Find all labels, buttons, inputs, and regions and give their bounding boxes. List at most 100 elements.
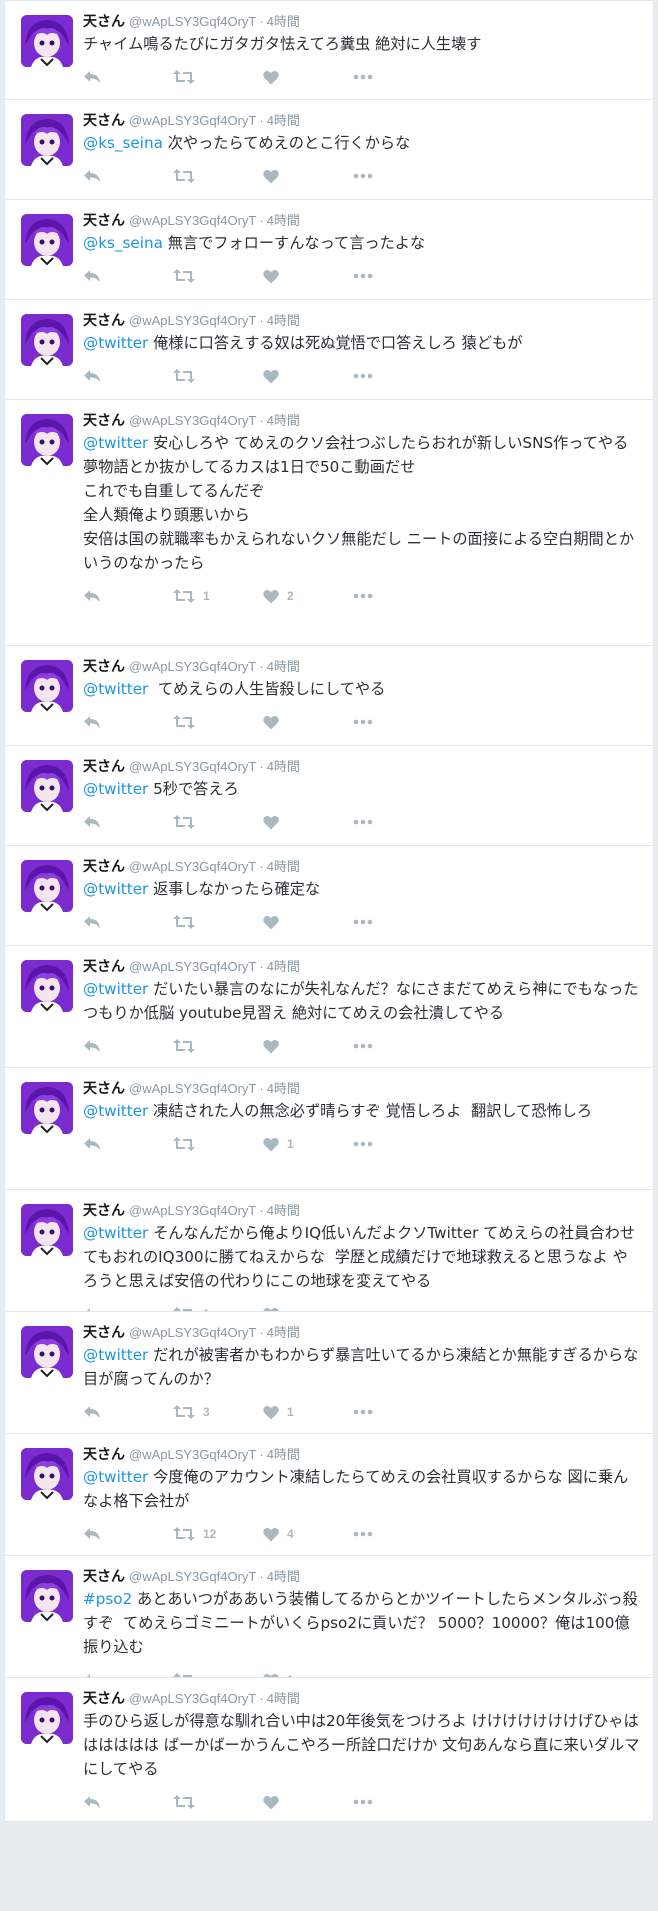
tweet-fullname[interactable]: 天さん — [83, 1690, 125, 1706]
more-button[interactable] — [353, 711, 373, 733]
more-button[interactable] — [353, 911, 373, 933]
tweet[interactable]: 天さん @wApLSY3Gqf4OryT · 4時間 @twitter だいたい暴言の… — [4, 946, 654, 1068]
tweet-timestamp[interactable]: 4時間 — [267, 1325, 300, 1340]
reply-button[interactable] — [83, 1401, 101, 1423]
retweet-button[interactable] — [173, 711, 203, 733]
tweet-fullname[interactable]: 天さん — [83, 1324, 125, 1340]
more-button[interactable] — [353, 585, 373, 607]
like-button[interactable] — [263, 66, 287, 88]
reply-button[interactable] — [83, 1035, 101, 1057]
reply-button[interactable] — [83, 585, 101, 607]
like-button[interactable] — [263, 711, 287, 733]
retweet-button[interactable]: 1 — [173, 1303, 210, 1311]
tweet-mention[interactable]: @twitter — [83, 880, 148, 898]
avatar[interactable] — [21, 760, 73, 812]
tweet[interactable]: 天さん @wApLSY3Gqf4OryT · 4時間 @twitter 今度俺のアカウ… — [4, 1434, 654, 1556]
tweet-timestamp[interactable]: 4時間 — [267, 659, 300, 674]
reply-button[interactable] — [83, 66, 101, 88]
tweet[interactable]: 天さん @wApLSY3Gqf4OryT · 4時間 @ks_seina 無言でフォロ… — [4, 200, 654, 300]
like-button[interactable] — [263, 811, 287, 833]
tweet-timestamp[interactable]: 4時間 — [267, 14, 300, 29]
tweet[interactable]: 天さん @wApLSY3Gqf4OryT · 4時間 @ks_seina 次やったらて… — [4, 100, 654, 200]
more-button[interactable] — [353, 811, 373, 833]
more-button[interactable] — [353, 66, 373, 88]
reply-button[interactable] — [83, 911, 101, 933]
tweet[interactable]: 天さん @wApLSY3Gqf4OryT · 4時間 @twitter 俺様に口答えす… — [4, 300, 654, 400]
more-button[interactable] — [353, 365, 373, 387]
tweet-timestamp[interactable]: 4時間 — [267, 113, 300, 128]
tweet-username[interactable]: @wApLSY3Gqf4OryT — [129, 1447, 256, 1462]
tweet-timestamp[interactable]: 4時間 — [267, 313, 300, 328]
reply-button[interactable] — [83, 1669, 101, 1677]
reply-button[interactable] — [83, 165, 101, 187]
avatar[interactable] — [21, 860, 73, 912]
tweet-fullname[interactable]: 天さん — [83, 1568, 125, 1584]
tweet-username[interactable]: @wApLSY3Gqf4OryT — [129, 1203, 256, 1218]
avatar[interactable] — [21, 15, 73, 67]
reply-button[interactable] — [83, 1791, 101, 1813]
tweet-username[interactable]: @wApLSY3Gqf4OryT — [129, 14, 256, 29]
tweet-username[interactable]: @wApLSY3Gqf4OryT — [129, 213, 256, 228]
tweet-timestamp[interactable]: 4時間 — [267, 1569, 300, 1584]
avatar[interactable] — [21, 414, 73, 466]
tweet-username[interactable]: @wApLSY3Gqf4OryT — [129, 1081, 256, 1096]
retweet-button[interactable] — [173, 811, 203, 833]
reply-button[interactable] — [83, 265, 101, 287]
tweet-fullname[interactable]: 天さん — [83, 858, 125, 874]
tweet-timestamp[interactable]: 4時間 — [267, 1203, 300, 1218]
tweet-mention[interactable]: @twitter — [83, 780, 148, 798]
tweet-username[interactable]: @wApLSY3Gqf4OryT — [129, 859, 256, 874]
tweet-timestamp[interactable]: 4時間 — [267, 859, 300, 874]
tweet-username[interactable]: @wApLSY3Gqf4OryT — [129, 313, 256, 328]
tweet-fullname[interactable]: 天さん — [83, 758, 125, 774]
retweet-button[interactable] — [173, 1035, 203, 1057]
retweet-button[interactable] — [173, 911, 203, 933]
more-button[interactable] — [353, 1401, 373, 1423]
retweet-button[interactable] — [173, 1791, 203, 1813]
tweet[interactable]: 天さん @wApLSY3Gqf4OryT · 4時間 @twitter 返事しなかった… — [4, 846, 654, 946]
reply-button[interactable] — [83, 711, 101, 733]
like-button[interactable] — [263, 365, 287, 387]
tweet-username[interactable]: @wApLSY3Gqf4OryT — [129, 113, 256, 128]
avatar[interactable] — [21, 214, 73, 266]
avatar[interactable] — [21, 114, 73, 166]
avatar[interactable] — [21, 660, 73, 712]
retweet-button[interactable]: 1 — [173, 585, 210, 607]
avatar[interactable] — [21, 314, 73, 366]
tweet-fullname[interactable]: 天さん — [83, 958, 125, 974]
tweet-mention[interactable]: @twitter — [83, 334, 148, 352]
retweet-button[interactable] — [173, 1669, 203, 1677]
tweet-username[interactable]: @wApLSY3Gqf4OryT — [129, 1691, 256, 1706]
tweet[interactable]: 天さん @wApLSY3Gqf4OryT · 4時間 チャイム鳴るたびにガタガタ怯えて… — [4, 0, 654, 100]
retweet-button[interactable] — [173, 165, 203, 187]
avatar[interactable] — [21, 1570, 73, 1622]
tweet-timestamp[interactable]: 4時間 — [267, 1081, 300, 1096]
tweet-mention[interactable]: @ks_seina — [83, 234, 163, 252]
like-button[interactable]: 1 — [263, 1133, 294, 1155]
more-button[interactable] — [353, 1303, 373, 1311]
like-button[interactable] — [263, 911, 287, 933]
retweet-button[interactable]: 3 — [173, 1401, 210, 1423]
tweet-mention[interactable]: @twitter — [83, 980, 148, 998]
tweet[interactable]: 天さん @wApLSY3Gqf4OryT · 4時間 @twitter 安心しろや て… — [4, 400, 654, 646]
avatar[interactable] — [21, 960, 73, 1012]
tweet-fullname[interactable]: 天さん — [83, 312, 125, 328]
more-button[interactable] — [353, 1669, 373, 1677]
avatar[interactable] — [21, 1082, 73, 1134]
like-button[interactable]: 4 — [263, 1523, 294, 1545]
tweet[interactable]: 天さん @wApLSY3Gqf4OryT · 4時間 手のひら返しが得意な馴れ合い中は… — [4, 1678, 654, 1822]
tweet-fullname[interactable]: 天さん — [83, 1202, 125, 1218]
more-button[interactable] — [353, 265, 373, 287]
tweet-timestamp[interactable]: 4時間 — [267, 213, 300, 228]
like-button[interactable] — [263, 165, 287, 187]
tweet[interactable]: 天さん @wApLSY3Gqf4OryT · 4時間 @twitter てめえらの人生… — [4, 646, 654, 746]
like-button[interactable] — [263, 1791, 287, 1813]
like-button[interactable] — [263, 1035, 287, 1057]
retweet-button[interactable] — [173, 66, 203, 88]
tweet-fullname[interactable]: 天さん — [83, 412, 125, 428]
tweet-fullname[interactable]: 天さん — [83, 1080, 125, 1096]
retweet-button[interactable] — [173, 1133, 203, 1155]
retweet-button[interactable] — [173, 265, 203, 287]
tweet-timestamp[interactable]: 4時間 — [267, 959, 300, 974]
more-button[interactable] — [353, 1133, 373, 1155]
